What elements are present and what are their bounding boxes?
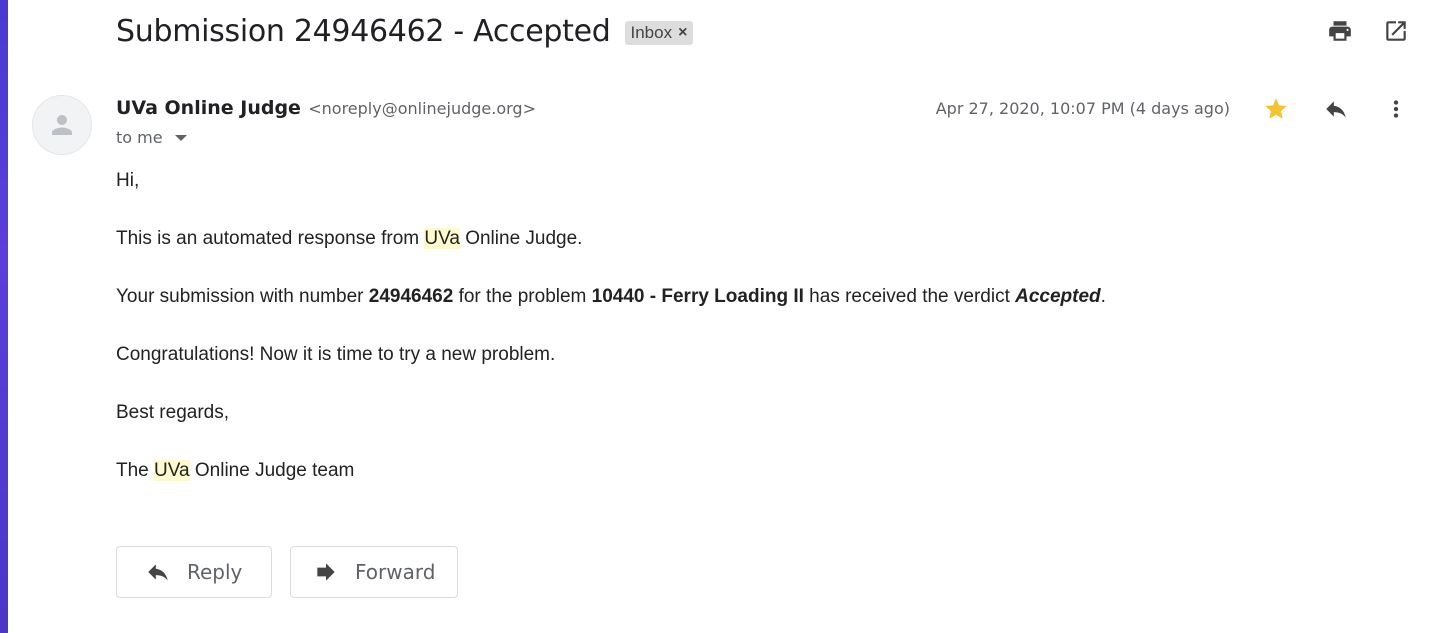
inbox-label-text: Inbox	[630, 22, 673, 42]
search-highlight: UVa	[154, 460, 190, 481]
body-greeting: Hi,	[116, 170, 140, 191]
chevron-down-icon[interactable]	[174, 134, 187, 141]
star-icon[interactable]	[1263, 96, 1289, 122]
body-text: The	[116, 460, 155, 481]
recipient-row: to me	[116, 128, 187, 147]
sender-name[interactable]: UVa Online Judge	[116, 97, 301, 119]
reply-icon[interactable]	[1323, 96, 1349, 122]
more-vert-icon[interactable]	[1383, 96, 1409, 122]
person-icon	[52, 115, 72, 135]
subject-row: Submission 24946462 - Accepted Inbox ×	[116, 12, 694, 52]
left-edge-strip	[0, 0, 8, 633]
reply-forward-bar: Reply Forward	[116, 546, 458, 598]
reply-icon	[148, 564, 168, 581]
verdict: Accepted	[1015, 286, 1101, 307]
body-line-4: Best regards,	[116, 402, 229, 423]
inbox-label-chip[interactable]: Inbox ×	[624, 21, 694, 45]
body-text: for the problem	[453, 286, 592, 307]
remove-label-button[interactable]: ×	[678, 24, 687, 42]
email-date: Apr 27, 2020, 10:07 PM (4 days ago)	[935, 99, 1230, 118]
body-line-5: The UVa Online Judge team	[116, 458, 1366, 484]
thread-actions	[1327, 18, 1409, 44]
reply-button[interactable]: Reply	[116, 546, 272, 598]
sender-email: <noreply@onlinejudge.org>	[308, 99, 536, 118]
reply-button-label: Reply	[187, 560, 243, 584]
body-text: Online Judge team	[189, 460, 355, 481]
body-text: Your submission with number	[116, 286, 369, 307]
body-text: This is an automated response from	[116, 228, 425, 249]
recipient-text: to me	[116, 128, 163, 147]
email-view: Submission 24946462 - Accepted Inbox × U…	[0, 0, 1433, 633]
search-highlight: UVa	[424, 228, 460, 249]
sender-avatar[interactable]	[32, 95, 92, 155]
body-text: has received the verdict	[803, 286, 1016, 307]
submission-number: 24946462	[368, 286, 454, 307]
problem-name: 10440 - Ferry Loading II	[591, 286, 804, 307]
body-text: .	[1100, 286, 1106, 307]
email-subject: Submission 24946462 - Accepted	[116, 14, 611, 49]
forward-button[interactable]: Forward	[290, 546, 458, 598]
body-line-2: Your submission with number 24946462 for…	[116, 284, 1366, 310]
open-in-new-icon[interactable]	[1383, 18, 1409, 44]
message-actions	[1263, 96, 1409, 122]
forward-icon	[317, 563, 335, 581]
forward-button-label: Forward	[355, 560, 436, 584]
body-line-1: This is an automated response from UVa O…	[116, 226, 1366, 252]
email-body: Hi, This is an automated response from U…	[116, 168, 1366, 516]
print-icon[interactable]	[1327, 18, 1353, 44]
body-line-3: Congratulations! Now it is time to try a…	[116, 344, 556, 365]
body-text: Online Judge.	[459, 228, 583, 249]
sender-row: UVa Online Judge <noreply@onlinejudge.or…	[116, 97, 536, 120]
